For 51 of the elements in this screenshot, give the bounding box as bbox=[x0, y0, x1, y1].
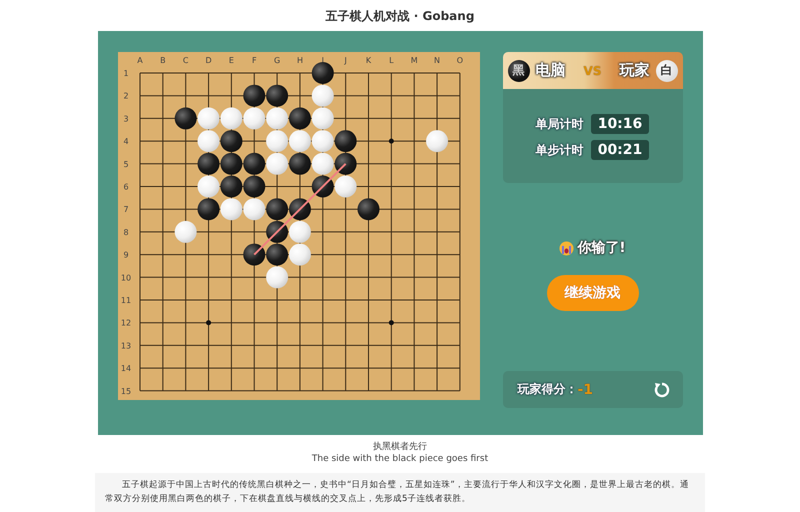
description-paragraph: 五子棋起源于中国上古时代的传统黑白棋种之一，史书中“日月如合璧，五星如连珠”，主要流行于华人和汉字文化圈，是世界上最古老的棋。通常双方分别使用黑白两色的棋子，下在棋盘直线与横线的交叉点上，先形成5子连线者获胜。 bbox=[95, 473, 705, 512]
column-label: O bbox=[456, 56, 463, 65]
column-label: N bbox=[434, 56, 440, 65]
row-label: 12 bbox=[120, 318, 131, 328]
star-point bbox=[388, 138, 394, 144]
row-label: 4 bbox=[122, 137, 128, 146]
caption-english: The side with the black piece goes first bbox=[312, 453, 488, 465]
column-label: G bbox=[274, 56, 280, 65]
crying-emoji-icon bbox=[559, 240, 574, 256]
player-name: 玩家 bbox=[620, 61, 650, 80]
star-point bbox=[388, 320, 394, 326]
score-value: -1 bbox=[578, 382, 594, 398]
column-label: H bbox=[296, 56, 302, 65]
column-label: L bbox=[388, 56, 394, 65]
row-label: 13 bbox=[120, 341, 131, 350]
column-label: A bbox=[136, 56, 142, 65]
timer-label: 单步计时 bbox=[536, 142, 584, 158]
row-label: 9 bbox=[122, 250, 128, 260]
continue-button[interactable]: 继续游戏 bbox=[546, 275, 638, 311]
star-point bbox=[206, 320, 211, 326]
caption-chinese: 执黑棋者先行 bbox=[373, 441, 427, 453]
timer-label: 单局计时 bbox=[536, 116, 584, 132]
timer-value: 00:21 bbox=[590, 140, 650, 160]
refresh-icon[interactable] bbox=[652, 380, 670, 398]
timer-value: 10:16 bbox=[590, 114, 650, 134]
column-label: K bbox=[365, 56, 371, 65]
row-label: 11 bbox=[120, 296, 131, 305]
row-label: 1 bbox=[122, 69, 128, 78]
column-label: E bbox=[228, 56, 234, 65]
row-label: 14 bbox=[120, 364, 131, 374]
row-label: 8 bbox=[122, 228, 128, 237]
row-label: 2 bbox=[122, 92, 128, 101]
column-label: F bbox=[251, 56, 256, 65]
versus-label: VS bbox=[584, 64, 602, 78]
result-message: 你输了! bbox=[577, 239, 626, 257]
page-title: 五子棋人机对战 · Gobang bbox=[326, 8, 474, 24]
column-label: D bbox=[204, 56, 212, 65]
row-label: 15 bbox=[120, 386, 131, 396]
column-label: J bbox=[344, 56, 346, 65]
side-marker: 白 bbox=[656, 60, 678, 82]
row-label: 5 bbox=[122, 160, 128, 169]
row-label: 10 bbox=[120, 273, 131, 282]
column-label: B bbox=[160, 56, 166, 65]
side-marker: 黑 bbox=[508, 60, 530, 82]
column-label: M bbox=[410, 56, 418, 65]
score-label: 玩家得分： bbox=[518, 381, 578, 398]
row-label: 6 bbox=[122, 182, 128, 192]
column-label: C bbox=[182, 56, 188, 65]
row-label: 7 bbox=[122, 205, 128, 214]
row-label: 3 bbox=[122, 114, 128, 124]
player-name: 电脑 bbox=[536, 61, 566, 80]
